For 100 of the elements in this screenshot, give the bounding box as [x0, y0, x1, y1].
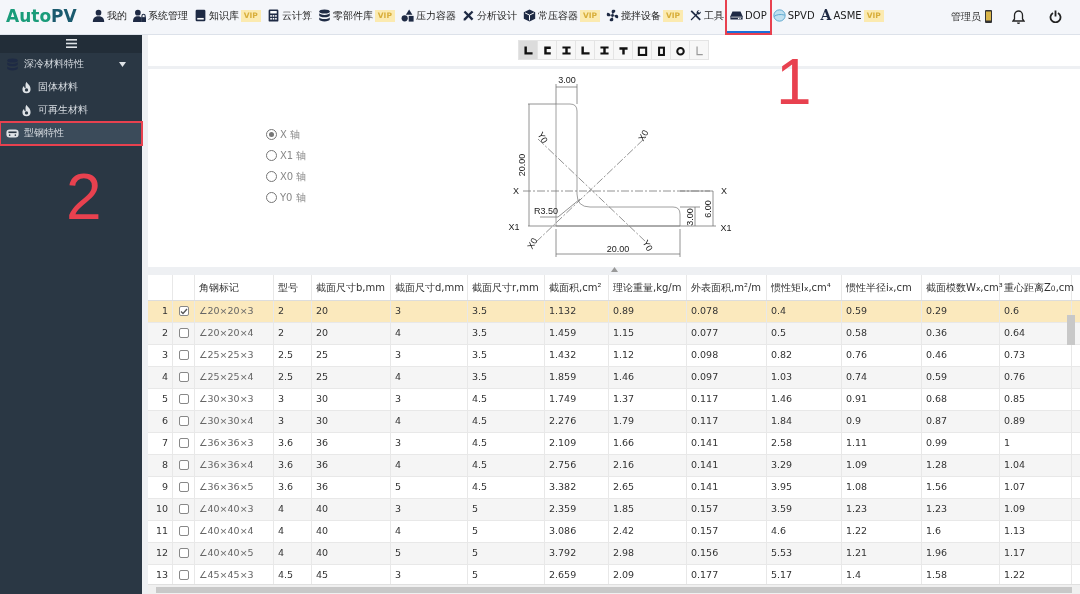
table-cell: 36 [312, 476, 391, 498]
table-row[interactable]: 9 ∠36×36×5 3.6 36 5 4.5 3.382 2.65 0.141 3.95 1.08 1.56 1.07 [148, 476, 1080, 499]
column-header[interactable]: 截面尺寸r,mm [468, 274, 545, 300]
table-cell: 0.76 [1000, 366, 1072, 388]
table-row[interactable]: 7 ∠36×36×3 3.6 36 3 4.5 2.109 1.66 0.141 2.58 1.11 0.99 1 [148, 432, 1080, 455]
row-checkbox[interactable] [178, 416, 189, 427]
column-header[interactable]: 外表面积,m²/m [687, 274, 767, 300]
table-row[interactable]: 12 ∠40×40×5 4 40 5 5 3.792 2.98 0.156 5.53 1.21 1.96 1.17 [148, 542, 1080, 565]
table-cell: 0.85 [1000, 388, 1072, 410]
calculator-icon [266, 9, 280, 23]
table-cell: 1.23 [922, 498, 1000, 520]
row-checkbox[interactable] [178, 350, 189, 361]
collapse-icon[interactable] [610, 266, 618, 272]
nav-tab[interactable]: 云计算 [263, 0, 315, 34]
table-cell: 0.76 [842, 344, 922, 366]
column-header[interactable]: 角钢标记 [195, 274, 274, 300]
table-row[interactable]: 8 ∠36×36×4 3.6 36 4 4.5 2.756 2.16 0.141 3.29 1.09 1.28 1.04 [148, 454, 1080, 477]
angle-icon [521, 43, 535, 57]
bell-icon[interactable] [1012, 9, 1025, 24]
axis-radio[interactable]: Y0 轴 [266, 189, 488, 206]
table-cell: 2.5 [274, 366, 312, 388]
user-lock-icon [132, 9, 146, 23]
table-cell: 3 [391, 388, 468, 410]
table-cell: 0.74 [842, 366, 922, 388]
table-cell: 1.859 [545, 366, 609, 388]
table-cell: 5 [468, 542, 545, 564]
table-cell: 1.09 [842, 454, 922, 476]
dimension-label: 20.00 [606, 243, 630, 254]
shape-button[interactable] [556, 40, 576, 61]
table-cell: 30 [312, 410, 391, 432]
shape-button[interactable] [651, 40, 671, 61]
row-checkbox[interactable] [178, 328, 189, 339]
sidebar-item[interactable]: 深冷材料特性 [0, 52, 142, 76]
table-row[interactable]: 4 ∠25×25×4 2.5 25 4 3.5 1.859 1.46 0.097 1.03 0.74 0.59 0.76 [148, 366, 1080, 389]
table-cell: 4.5 [468, 454, 545, 476]
table-cell: 2.98 [609, 542, 687, 564]
row-checkbox[interactable] [178, 504, 189, 515]
axis-radio[interactable]: X0 轴 [266, 168, 488, 185]
table-row[interactable]: 2 ∠20×20×4 2 20 4 3.5 1.459 1.15 0.077 0.5 0.58 0.36 0.64 [148, 322, 1080, 345]
sidebar-item[interactable]: 可再生材料 [0, 98, 142, 122]
table-cell: 0.58 [842, 322, 922, 344]
drive-icon [730, 9, 744, 23]
column-header[interactable]: 截面尺寸b,mm [312, 274, 391, 300]
sidebar-item[interactable]: 固体材料 [0, 75, 142, 99]
row-checkbox[interactable] [178, 548, 189, 559]
nav-tab[interactable]: 工具 [686, 0, 728, 34]
shape-button[interactable] [632, 40, 652, 61]
sidebar-item[interactable]: 型钢特性 [0, 121, 142, 145]
table-row[interactable]: 6 ∠30×30×4 3 30 4 4.5 2.276 1.79 0.117 1.84 0.9 0.87 0.89 [148, 410, 1080, 433]
row-checkbox[interactable] [178, 438, 189, 449]
column-header[interactable]: 惯性矩I$_{x}$,cm⁴ [767, 274, 842, 300]
shape-button[interactable] [518, 40, 538, 61]
row-checkbox[interactable] [178, 394, 189, 405]
table-cell: 4 [274, 520, 312, 542]
table-row[interactable]: 11 ∠40×40×4 4 40 4 5 3.086 2.42 0.157 4.6 1.22 1.6 1.13 [148, 520, 1080, 543]
column-header[interactable]: 截面尺寸d,mm [391, 274, 468, 300]
axis-radio[interactable]: X1 轴 [266, 147, 488, 164]
table-cell: 0.82 [767, 344, 842, 366]
table-row[interactable]: 3 ∠25×25×3 2.5 25 3 3.5 1.432 1.12 0.098 0.82 0.76 0.46 0.73 [148, 344, 1080, 367]
table-cell: 0.68 [922, 388, 1000, 410]
table-row[interactable]: 1 ∠20×20×3 2 20 3 3.5 1.132 0.89 0.078 0.4 0.59 0.29 0.6 [148, 300, 1080, 323]
nav-tab[interactable]: SPVD [769, 0, 818, 34]
axis-radio[interactable]: X 轴 [266, 126, 488, 143]
row-checkbox[interactable] [178, 306, 189, 317]
table-cell: 1.09 [1000, 498, 1072, 520]
power-icon[interactable] [1049, 10, 1062, 24]
annotation-number: 2 [66, 165, 102, 229]
table-cell: 1.17 [1000, 542, 1072, 564]
shape-button[interactable] [613, 40, 633, 61]
shape-button[interactable] [537, 40, 557, 61]
menu-icon[interactable] [65, 39, 77, 49]
table-cell: ∠36×36×4 [195, 454, 274, 476]
row-checkbox[interactable] [178, 526, 189, 537]
table-cell: 1.85 [609, 498, 687, 520]
column-header[interactable]: 截面模数W$_{x}$,cm³ [922, 274, 1000, 300]
nav-tab[interactable]: DOP [727, 0, 770, 34]
column-header[interactable]: 理论重量,kg/m [609, 274, 687, 300]
row-checkbox[interactable] [178, 460, 189, 471]
shape-button[interactable] [594, 40, 614, 61]
table-cell: 4 [274, 498, 312, 520]
column-header[interactable]: 型号 [274, 274, 312, 300]
nav-tab[interactable]: 系统管理 [129, 0, 191, 34]
table-cell: 40 [312, 542, 391, 564]
scrollbar[interactable] [1067, 314, 1075, 345]
nav-tab[interactable]: 压力容器 [397, 0, 459, 34]
column-header[interactable]: 截面积,cm² [545, 274, 609, 300]
table-cell: 1.07 [1000, 476, 1072, 498]
row-checkbox[interactable] [178, 372, 189, 383]
table-cell: 40 [312, 520, 391, 542]
table-row[interactable]: 10 ∠40×40×3 4 40 3 5 2.359 1.85 0.157 3.59 1.23 1.23 1.09 [148, 498, 1080, 521]
shape-button[interactable] [575, 40, 595, 61]
scrollbar[interactable] [156, 586, 1072, 593]
shape-button[interactable] [670, 40, 690, 61]
row-checkbox[interactable] [178, 570, 189, 581]
column-header[interactable]: 惯性半径i$_{x}$,cm [842, 274, 922, 300]
table-cell: 3 [391, 498, 468, 520]
table-row[interactable]: 5 ∠30×30×3 3 30 3 4.5 1.749 1.37 0.117 1.46 0.91 0.68 0.85 [148, 388, 1080, 411]
nav-tab[interactable]: 分析设计 [458, 0, 520, 34]
row-checkbox[interactable] [178, 482, 189, 493]
nav-tab[interactable]: 我的 [88, 0, 130, 34]
